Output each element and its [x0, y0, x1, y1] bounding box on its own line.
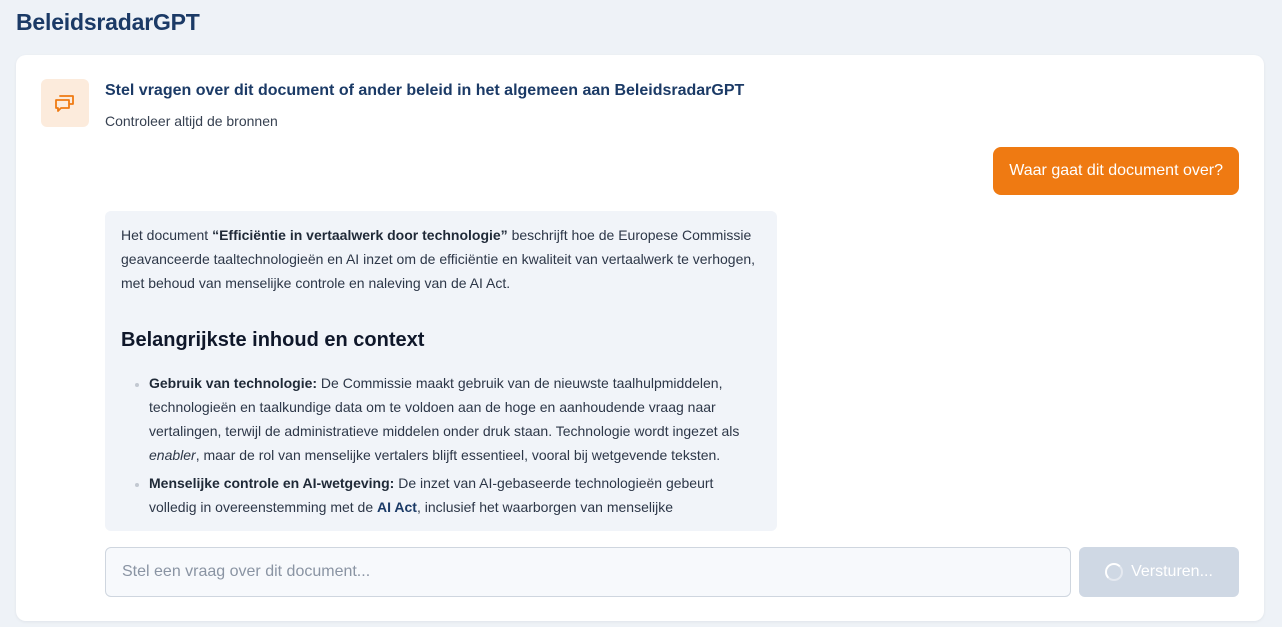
list-item: Menselijke controle en AI-wetgeving: De …: [149, 471, 761, 519]
answer-intro: Het document “Efficiëntie in vertaalwerk…: [121, 227, 756, 291]
question-input[interactable]: [105, 547, 1071, 597]
answer-list: Gebruik van technologie: De Commissie ma…: [121, 371, 761, 519]
chat-header-subtitle: Controleer altijd de bronnen: [105, 113, 278, 129]
assistant-message: Het document “Efficiëntie in vertaalwerk…: [105, 211, 777, 531]
user-message: Waar gaat dit document over?: [993, 147, 1239, 195]
document-title: “Efficiëntie in vertaalwerk door technol…: [212, 227, 508, 243]
send-button-label: Versturen...: [1131, 563, 1213, 580]
chat-panel: Stel vragen over dit document of ander b…: [16, 55, 1264, 621]
list-item: Gebruik van technologie: De Commissie ma…: [149, 371, 761, 467]
chat-header-title: Stel vragen over dit document of ander b…: [105, 82, 745, 99]
loading-spinner-icon: [1105, 563, 1124, 581]
send-button[interactable]: Versturen...: [1079, 547, 1239, 597]
chat-bubbles-icon: [41, 79, 89, 127]
app-title: BeleidsradarGPT: [16, 9, 200, 35]
answer-heading: Belangrijkste inhoud en context: [121, 329, 425, 351]
ai-act-link[interactable]: AI Act: [377, 499, 417, 515]
